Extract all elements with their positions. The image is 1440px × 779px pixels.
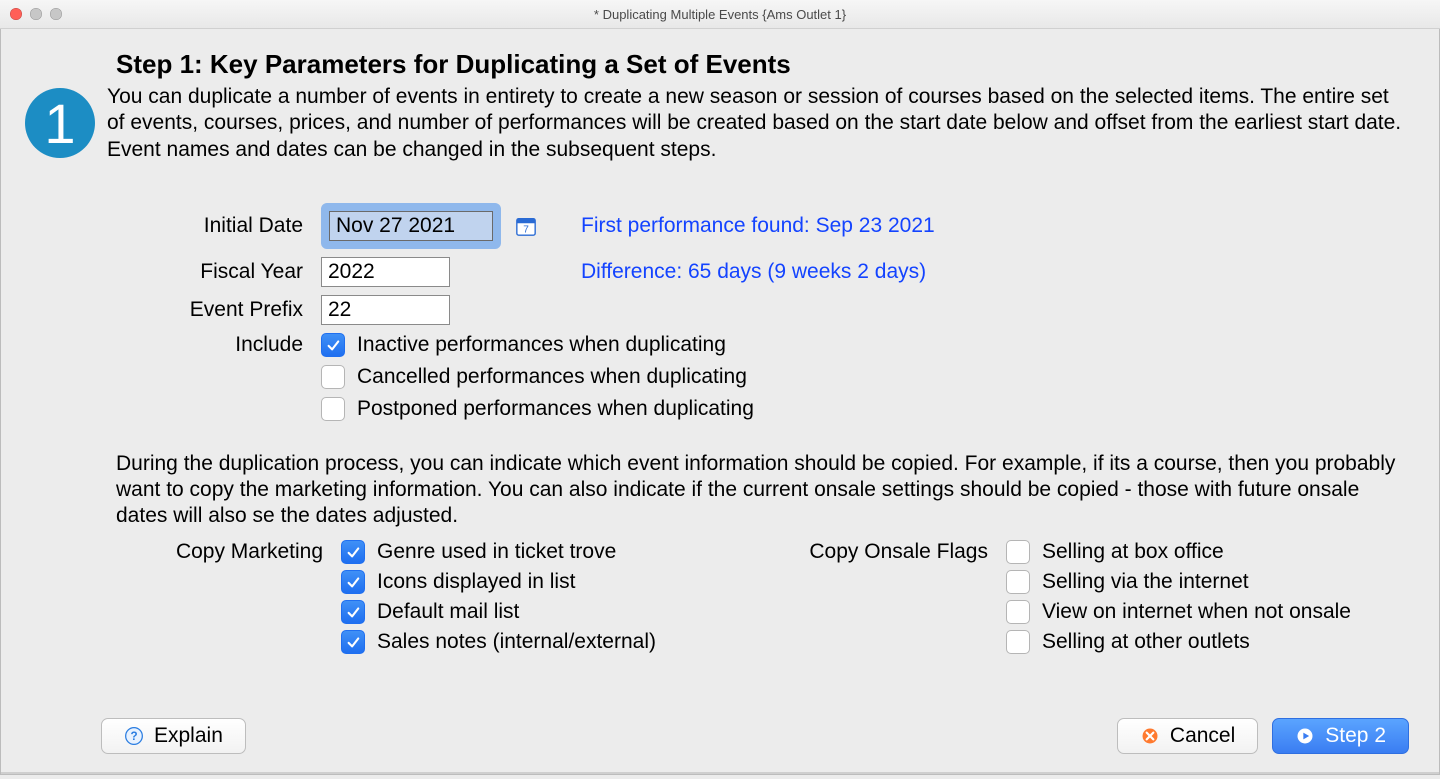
window-title: * Duplicating Multiple Events {Ams Outle… [0, 7, 1440, 22]
cancel-button-label: Cancel [1170, 724, 1235, 748]
svg-text:7: 7 [523, 224, 529, 235]
play-icon [1295, 726, 1315, 746]
onsale-box-checkbox[interactable] [1006, 540, 1030, 564]
svg-text:?: ? [130, 730, 137, 743]
initial-date-input[interactable] [329, 211, 493, 241]
event-prefix-input[interactable] [321, 295, 450, 325]
copy-mail-label: Default mail list [377, 600, 519, 624]
include-postponed-checkbox[interactable] [321, 397, 345, 421]
include-label: Include [21, 333, 321, 357]
wizard-window: Step 1: Key Parameters for Duplicating a… [0, 29, 1440, 775]
step-intro-text: You can duplicate a number of events in … [107, 84, 1419, 163]
fiscal-year-label: Fiscal Year [21, 260, 321, 284]
difference-info: Difference: 65 days (9 weeks 2 days) [581, 260, 1419, 284]
include-postponed-label: Postponed performances when duplicating [357, 397, 754, 421]
explain-button[interactable]: ? Explain [101, 718, 246, 754]
next-step-button-label: Step 2 [1325, 724, 1386, 748]
copy-intro-text: During the duplication process, you can … [116, 451, 1419, 530]
copy-notes-label: Sales notes (internal/external) [377, 630, 656, 654]
include-inactive-checkbox[interactable] [321, 333, 345, 357]
cancel-icon [1140, 726, 1160, 746]
step-number-badge: 1 [25, 88, 95, 158]
initial-date-label: Initial Date [21, 214, 321, 238]
onsale-view-checkbox[interactable] [1006, 600, 1030, 624]
fiscal-year-input[interactable] [321, 257, 450, 287]
copy-notes-checkbox[interactable] [341, 630, 365, 654]
initial-date-field-focus [321, 203, 501, 249]
onsale-view-label: View on internet when not onsale [1042, 600, 1351, 624]
titlebar: * Duplicating Multiple Events {Ams Outle… [0, 0, 1440, 29]
explain-button-label: Explain [154, 724, 223, 748]
onsale-web-label: Selling via the internet [1042, 570, 1249, 594]
step-heading: Step 1: Key Parameters for Duplicating a… [21, 49, 1419, 80]
copy-onsale-label: Copy Onsale Flags [666, 540, 1006, 564]
bottom-divider [1, 772, 1439, 774]
event-prefix-label: Event Prefix [21, 298, 321, 322]
include-cancelled-checkbox[interactable] [321, 365, 345, 389]
copy-icons-label: Icons displayed in list [377, 570, 575, 594]
calendar-icon[interactable]: 7 [515, 215, 537, 237]
include-cancelled-label: Cancelled performances when duplicating [357, 365, 747, 389]
copy-genre-checkbox[interactable] [341, 540, 365, 564]
help-icon: ? [124, 726, 144, 746]
cancel-button[interactable]: Cancel [1117, 718, 1258, 754]
onsale-outlets-checkbox[interactable] [1006, 630, 1030, 654]
onsale-web-checkbox[interactable] [1006, 570, 1030, 594]
onsale-outlets-label: Selling at other outlets [1042, 630, 1250, 654]
copy-genre-label: Genre used in ticket trove [377, 540, 616, 564]
copy-marketing-label: Copy Marketing [21, 540, 341, 564]
next-step-button[interactable]: Step 2 [1272, 718, 1409, 754]
onsale-box-label: Selling at box office [1042, 540, 1224, 564]
copy-icons-checkbox[interactable] [341, 570, 365, 594]
first-performance-info: First performance found: Sep 23 2021 [581, 214, 1419, 238]
include-inactive-label: Inactive performances when duplicating [357, 333, 726, 357]
copy-mail-checkbox[interactable] [341, 600, 365, 624]
